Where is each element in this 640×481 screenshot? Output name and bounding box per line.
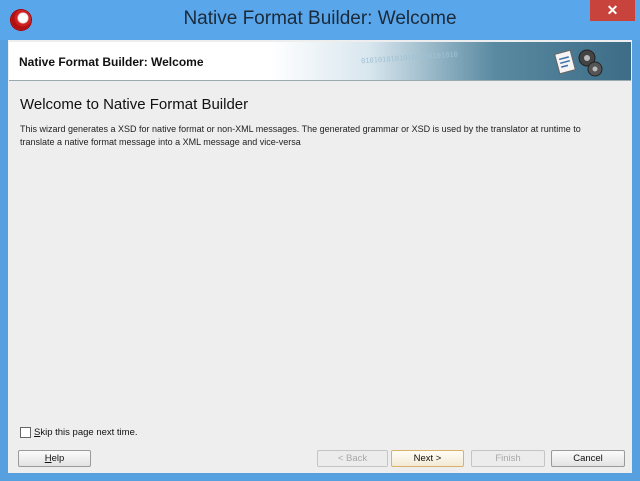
finish-button[interactable]: Finish bbox=[471, 450, 545, 467]
back-button-label: < Back bbox=[337, 453, 368, 464]
cancel-button[interactable]: Cancel bbox=[551, 450, 625, 467]
title-bar[interactable]: Native Format Builder: Welcome ✕ bbox=[0, 0, 640, 40]
skip-page-checkbox[interactable] bbox=[20, 427, 31, 438]
help-button-label: Help bbox=[44, 453, 65, 464]
cancel-button-label: Cancel bbox=[573, 453, 603, 464]
skip-page-row[interactable]: Skip this page next time. bbox=[20, 427, 138, 438]
wizard-gears-icon bbox=[554, 49, 603, 77]
wizard-banner: Native Format Builder: Welcome 010101010… bbox=[9, 42, 631, 81]
wizard-client-area: Native Format Builder: Welcome 010101010… bbox=[8, 40, 632, 473]
banner-title: Native Format Builder: Welcome bbox=[19, 55, 204, 69]
page-heading: Welcome to Native Format Builder bbox=[20, 96, 249, 113]
close-button[interactable]: ✕ bbox=[590, 0, 635, 21]
back-button[interactable]: < Back bbox=[317, 450, 388, 467]
next-button[interactable]: Next > bbox=[391, 450, 464, 467]
skip-page-label[interactable]: Skip this page next time. bbox=[34, 427, 138, 438]
page-description: This wizard generates a XSD for native f… bbox=[20, 123, 620, 149]
next-button-label: Next > bbox=[413, 453, 442, 464]
description-line-1: This wizard generates a XSD for native f… bbox=[20, 124, 581, 134]
banner-binary-decoration: 01010101010101010101010 bbox=[360, 50, 459, 66]
help-button[interactable]: Help bbox=[18, 450, 91, 467]
finish-button-label: Finish bbox=[495, 453, 521, 464]
description-line-2: translate a native format message into a… bbox=[20, 137, 301, 147]
native-format-builder-window: Native Format Builder: Welcome ✕ Native … bbox=[0, 0, 640, 481]
window-title: Native Format Builder: Welcome bbox=[183, 8, 457, 29]
